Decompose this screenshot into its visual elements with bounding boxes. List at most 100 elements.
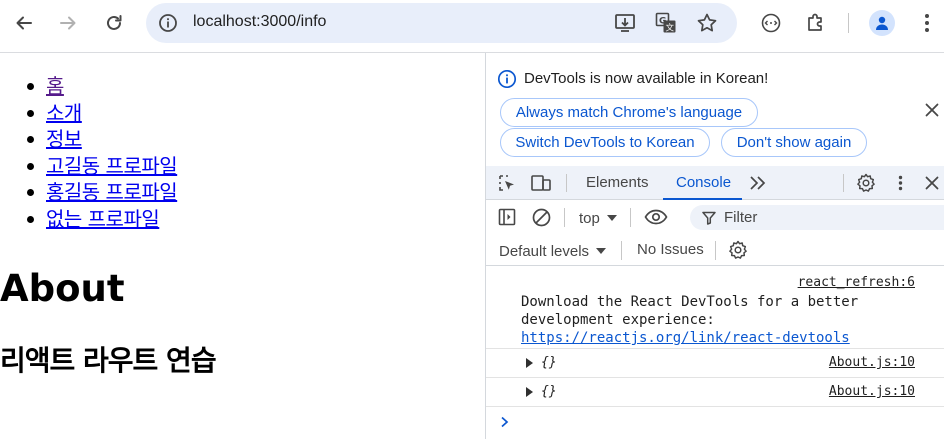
nav-link-info[interactable]: 정보 [46, 127, 82, 151]
person-icon [876, 16, 888, 30]
sidebar-toggle-button[interactable] [497, 207, 517, 227]
console-message-object[interactable]: {} About.js:10 [486, 378, 944, 406]
clear-console-button[interactable] [531, 207, 551, 227]
tab-console[interactable]: Console [676, 174, 731, 191]
nav-list: 홈 소개 정보 고길동 프로파일 홍길동 프로파일 없는 프로파일 [26, 73, 178, 233]
profile-button[interactable] [866, 7, 898, 39]
console-toolbar: top Filter [486, 201, 944, 234]
close-icon [925, 103, 939, 117]
message-line: development experience: [521, 312, 715, 328]
gear-icon [857, 173, 875, 192]
puzzle-icon [808, 13, 822, 31]
list-item: 홈 [26, 73, 177, 100]
avatar [869, 10, 895, 36]
extensions-button[interactable] [800, 7, 832, 39]
object-preview[interactable]: {} [541, 355, 557, 370]
address-bar[interactable]: localhost:3000/info G文 [146, 3, 737, 43]
row-separator [486, 406, 944, 407]
console-toolbar-separator [564, 208, 565, 227]
console-settings-button[interactable] [727, 239, 749, 261]
block-icon [532, 208, 550, 226]
issues-counter[interactable]: No Issues [637, 241, 704, 258]
console-toolbar-separator-4 [715, 241, 716, 260]
live-expression-button[interactable] [644, 207, 668, 227]
chevron-double-right-icon [750, 176, 766, 190]
reload-icon [107, 15, 122, 30]
filter-input[interactable]: Filter [690, 205, 944, 230]
reload-button[interactable] [98, 7, 130, 39]
device-icon [531, 175, 551, 191]
info-icon [497, 69, 517, 89]
inspect-icon [499, 175, 514, 191]
console-output: react_refresh:6 Download the React DevTo… [486, 267, 944, 439]
list-item: 없는 프로파일 [26, 206, 177, 233]
switch-to-korean-button[interactable]: Switch DevTools to Korean [500, 128, 710, 157]
source-link[interactable]: react_refresh:6 [798, 275, 915, 290]
tabbar-separator-2 [843, 174, 844, 192]
tab-elements[interactable]: Elements [586, 174, 649, 191]
context-label: top [579, 209, 600, 227]
close-devtools-button[interactable] [922, 173, 942, 193]
console-toolbar-secondary: Default levels No Issues [486, 234, 944, 266]
console-message-object[interactable]: {} About.js:10 [486, 349, 944, 377]
kebab-menu-icon [925, 14, 929, 32]
console-toolbar-separator-2 [630, 208, 631, 227]
tabbar-separator [566, 174, 567, 192]
filter-icon [702, 211, 716, 225]
gear-icon [729, 240, 747, 259]
close-infobar-button[interactable] [922, 100, 942, 120]
list-item: 홍길동 프로파일 [26, 179, 178, 206]
browser-toolbar: localhost:3000/info G文 [0, 0, 944, 46]
devtools-menu-button[interactable] [890, 173, 910, 193]
settings-button[interactable] [855, 172, 877, 194]
page-viewport: 홈 소개 정보 고길동 프로파일 홍길동 프로파일 없는 프로파일 About … [0, 53, 485, 439]
inspect-element-button[interactable] [497, 173, 517, 193]
nav-link-profile-none[interactable]: 없는 프로파일 [46, 207, 160, 231]
always-match-language-button[interactable]: Always match Chrome's language [500, 98, 758, 127]
expand-triangle-icon[interactable] [526, 358, 533, 368]
forward-button[interactable] [52, 7, 84, 39]
object-preview[interactable]: {} [541, 384, 557, 399]
arrow-right-icon [60, 16, 76, 30]
kebab-menu-icon [898, 175, 902, 191]
toolbar-separator [848, 13, 849, 33]
devtools-panel: DevTools is now available in Korean! Alw… [485, 53, 944, 439]
extension-button[interactable] [755, 7, 787, 39]
extension-circle-icon [761, 13, 781, 33]
sidebar-icon [498, 208, 516, 226]
svg-text:文: 文 [666, 23, 675, 34]
device-toolbar-button[interactable] [530, 173, 552, 193]
active-tab-indicator [663, 198, 742, 200]
source-link[interactable]: About.js:10 [829, 384, 915, 399]
list-item: 소개 [26, 100, 177, 127]
install-app-icon[interactable] [613, 11, 637, 35]
nav-link-profile-go[interactable]: 고길동 프로파일 [46, 154, 178, 178]
chevron-right-icon [501, 416, 509, 428]
source-link[interactable]: About.js:10 [829, 355, 915, 370]
nav-link-intro[interactable]: 소개 [46, 101, 82, 125]
context-selector[interactable]: top [579, 208, 618, 228]
caret-down-icon [596, 248, 607, 254]
dont-show-again-button[interactable]: Don't show again [721, 128, 867, 157]
console-message: Download the React DevTools for a better… [521, 293, 858, 347]
nav-link-profile-hong[interactable]: 홍길동 프로파일 [46, 180, 178, 204]
back-button[interactable] [8, 7, 40, 39]
bookmark-star-icon[interactable] [695, 11, 719, 35]
react-devtools-link[interactable]: https://reactjs.org/link/react-devtools [521, 330, 850, 346]
url-text[interactable]: localhost:3000/info [193, 13, 326, 31]
filter-placeholder: Filter [724, 209, 758, 226]
page-title: About [0, 267, 125, 310]
nav-link-home[interactable]: 홈 [46, 74, 64, 98]
console-toolbar-separator-3 [621, 241, 622, 260]
chrome-menu-button[interactable] [911, 7, 943, 39]
log-levels-label: Default levels [499, 242, 590, 260]
list-item: 고길동 프로파일 [26, 153, 178, 180]
language-infobar: DevTools is now available in Korean! Alw… [486, 53, 944, 166]
expand-triangle-icon[interactable] [526, 387, 533, 397]
log-levels-dropdown[interactable]: Default levels [499, 241, 607, 261]
console-prompt[interactable] [500, 413, 510, 432]
translate-icon[interactable]: G文 [654, 11, 678, 35]
site-info-icon[interactable] [156, 11, 180, 35]
more-tabs-button[interactable] [748, 174, 768, 192]
devtools-tabbar: Elements Console [486, 166, 944, 200]
